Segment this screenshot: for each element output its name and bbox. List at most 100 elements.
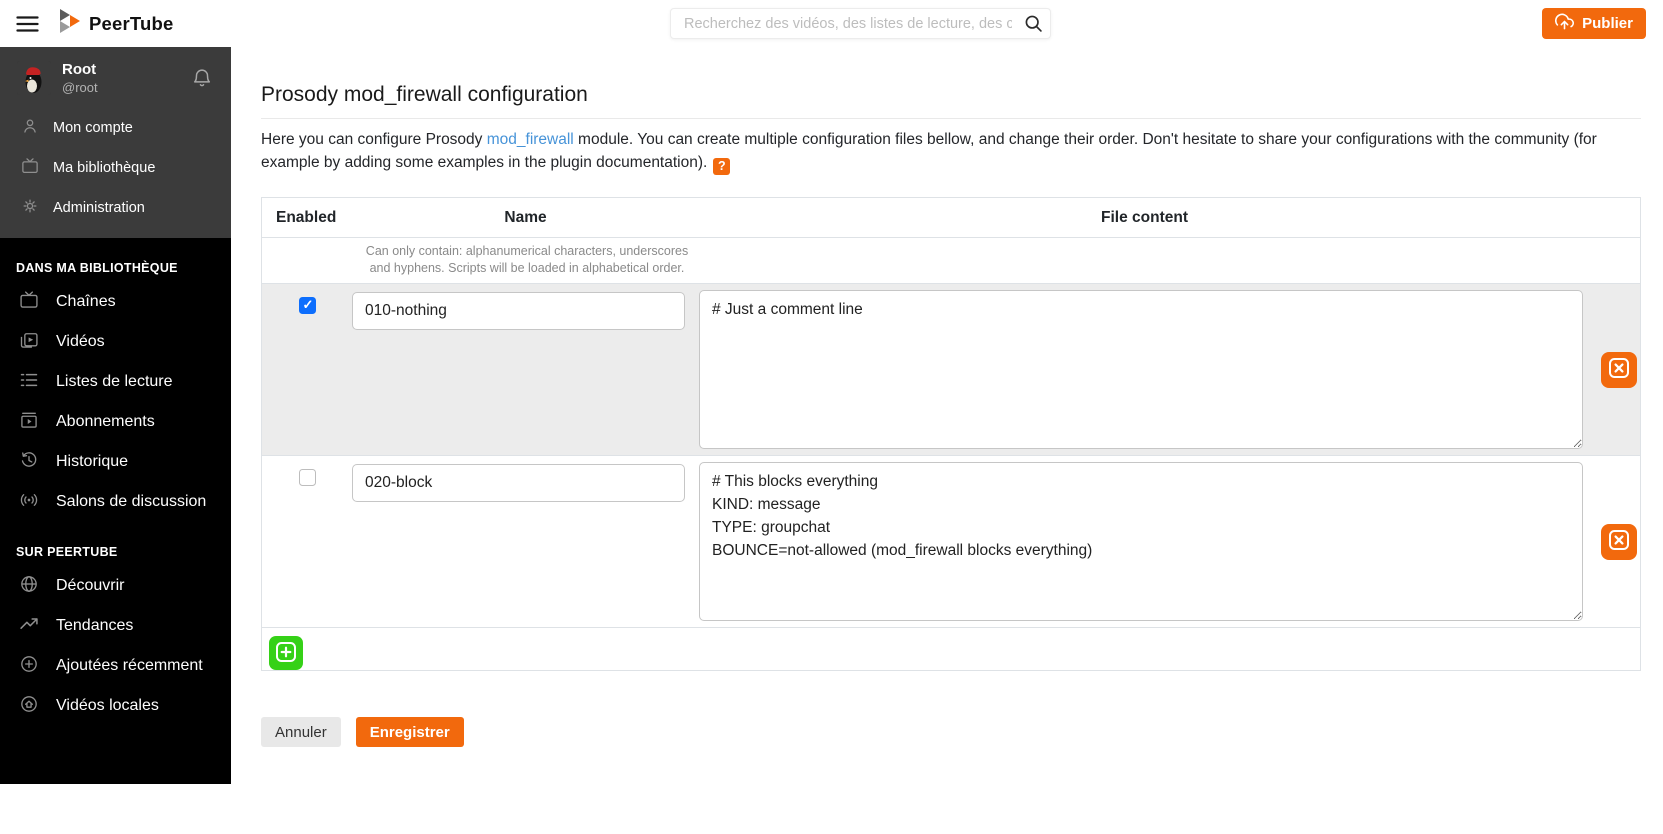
sidebar-item-label: Salons de discussion bbox=[56, 493, 206, 511]
intro-before-link: Here you can configure Prosody bbox=[261, 131, 487, 148]
script-name-input[interactable] bbox=[352, 292, 685, 330]
user-handle: @root bbox=[62, 80, 187, 95]
sidebar-item-ma-bibliotheque[interactable]: Ma bibliothèque bbox=[0, 148, 231, 188]
user-icon bbox=[21, 117, 39, 139]
search-input[interactable] bbox=[670, 8, 1051, 39]
add-file-button[interactable] bbox=[269, 636, 303, 670]
page-title: Prosody mod_firewall configuration bbox=[261, 82, 1641, 108]
sidebar-item-decouvrir[interactable]: Découvrir bbox=[0, 566, 231, 606]
enabled-cell bbox=[262, 284, 352, 455]
column-header-name: Name bbox=[352, 209, 699, 227]
sidebar-item-salons-de-discussion[interactable]: Salons de discussion bbox=[0, 482, 231, 522]
peertube-logo[interactable]: PeerTube bbox=[60, 9, 174, 38]
gear-icon bbox=[21, 197, 39, 219]
sidebar-section-title: SUR PEERTUBE bbox=[0, 522, 231, 566]
user-name: Root bbox=[62, 61, 187, 78]
sidebar-item-label: Historique bbox=[56, 453, 128, 471]
notifications-button[interactable] bbox=[187, 65, 217, 92]
help-icon[interactable]: ? bbox=[713, 158, 730, 175]
trending-icon bbox=[19, 614, 39, 639]
sidebar-item-label: Administration bbox=[53, 200, 145, 216]
table-row: # Just a comment line bbox=[262, 284, 1640, 456]
actions-cell bbox=[1590, 456, 1640, 627]
save-button[interactable]: Enregistrer bbox=[356, 717, 464, 747]
file-content-textarea[interactable]: # This blocks everything KIND: message T… bbox=[699, 462, 1583, 621]
publish-button[interactable]: Publier bbox=[1542, 8, 1646, 39]
video-library-icon bbox=[19, 330, 39, 355]
sidebar-item-label: Vidéos locales bbox=[56, 697, 159, 715]
table-header-row: Enabled Name File content bbox=[262, 198, 1640, 238]
search-bar bbox=[670, 8, 1051, 39]
sidebar-item-videos-locales[interactable]: Vidéos locales bbox=[0, 686, 231, 726]
table-row: # This blocks everything KIND: message T… bbox=[262, 456, 1640, 628]
enabled-checkbox[interactable] bbox=[299, 297, 316, 314]
name-hint-row: Can only contain: alphanumerical charact… bbox=[262, 238, 1640, 284]
menu-toggle-button[interactable] bbox=[13, 10, 41, 38]
enabled-cell bbox=[262, 456, 352, 627]
sidebar-item-chaines[interactable]: Chaînes bbox=[0, 282, 231, 322]
sidebar-item-listes-de-lecture[interactable]: Listes de lecture bbox=[0, 362, 231, 402]
sidebar-item-ajoutees-recemment[interactable]: Ajoutées récemment bbox=[0, 646, 231, 686]
sidebar-item-label: Abonnements bbox=[56, 413, 155, 431]
actions-cell bbox=[1590, 284, 1640, 455]
sidebar: Root @root Mon compte Ma b bbox=[0, 47, 231, 784]
config-files-table: Enabled Name File content Can only conta… bbox=[261, 197, 1641, 671]
globe-icon bbox=[19, 574, 39, 599]
user-names: Root @root bbox=[62, 61, 187, 95]
peertube-app: PeerTube Publier bbox=[0, 0, 1663, 834]
sidebar-item-administration[interactable]: Administration bbox=[0, 188, 231, 228]
delete-row-button[interactable] bbox=[1601, 352, 1637, 388]
name-cell bbox=[352, 284, 699, 455]
sidebar-item-label: Vidéos bbox=[56, 333, 105, 351]
delete-x-icon bbox=[1608, 529, 1630, 554]
sidebar-item-label: Tendances bbox=[56, 617, 133, 635]
tv-icon bbox=[19, 290, 39, 315]
main-content: Prosody mod_firewall configuration Here … bbox=[231, 47, 1663, 834]
sidebar-item-label: Découvrir bbox=[56, 577, 124, 595]
search-icon bbox=[1023, 22, 1044, 37]
file-content-textarea[interactable]: # Just a comment line bbox=[699, 290, 1583, 449]
sidebar-item-mon-compte[interactable]: Mon compte bbox=[0, 108, 231, 148]
content-cell: # This blocks everything KIND: message T… bbox=[699, 456, 1590, 627]
name-hint-text: Can only contain: alphanumerical charact… bbox=[356, 243, 698, 277]
history-icon bbox=[19, 450, 39, 475]
form-actions: Annuler Enregistrer bbox=[261, 717, 1641, 747]
search-button[interactable] bbox=[1020, 11, 1046, 37]
plus-circle-icon bbox=[19, 654, 39, 679]
script-name-input[interactable] bbox=[352, 464, 685, 502]
content-cell: # Just a comment line bbox=[699, 284, 1590, 455]
column-header-file-content: File content bbox=[699, 209, 1590, 227]
upload-cloud-icon bbox=[1555, 12, 1574, 35]
sidebar-section-title: DANS MA BIBLIOTHÈQUE bbox=[0, 238, 231, 282]
playlist-icon bbox=[19, 370, 39, 395]
name-cell bbox=[352, 456, 699, 627]
sidebar-item-tendances[interactable]: Tendances bbox=[0, 606, 231, 646]
sidebar-item-abonnements[interactable]: Abonnements bbox=[0, 402, 231, 442]
sidebar-item-label: Ma bibliothèque bbox=[53, 160, 155, 176]
delete-x-icon bbox=[1608, 357, 1630, 382]
peertube-logo-icon bbox=[60, 9, 80, 38]
publish-label: Publier bbox=[1582, 15, 1633, 32]
hamburger-icon bbox=[15, 24, 40, 39]
cancel-button[interactable]: Annuler bbox=[261, 717, 341, 747]
sidebar-item-videos[interactable]: Vidéos bbox=[0, 322, 231, 362]
subscriptions-icon bbox=[19, 410, 39, 435]
home-circle-icon bbox=[19, 694, 39, 719]
avatar[interactable] bbox=[17, 61, 51, 95]
divider bbox=[261, 118, 1641, 119]
sidebar-item-label: Ajoutées récemment bbox=[56, 657, 203, 675]
sidebar-user-section: Root @root Mon compte Ma b bbox=[0, 47, 231, 238]
enabled-checkbox[interactable] bbox=[299, 469, 316, 486]
mod-firewall-link[interactable]: mod_firewall bbox=[487, 131, 574, 148]
sidebar-item-label: Chaînes bbox=[56, 293, 116, 311]
top-bar: PeerTube Publier bbox=[0, 0, 1663, 47]
broadcast-icon bbox=[19, 490, 39, 515]
delete-row-button[interactable] bbox=[1601, 524, 1637, 560]
sidebar-item-label: Mon compte bbox=[53, 120, 133, 136]
add-row bbox=[262, 628, 1640, 670]
brand-name: PeerTube bbox=[89, 13, 174, 35]
sidebar-item-label: Listes de lecture bbox=[56, 373, 173, 391]
tv-icon bbox=[21, 157, 39, 179]
sidebar-item-historique[interactable]: Historique bbox=[0, 442, 231, 482]
column-header-enabled: Enabled bbox=[262, 209, 352, 227]
